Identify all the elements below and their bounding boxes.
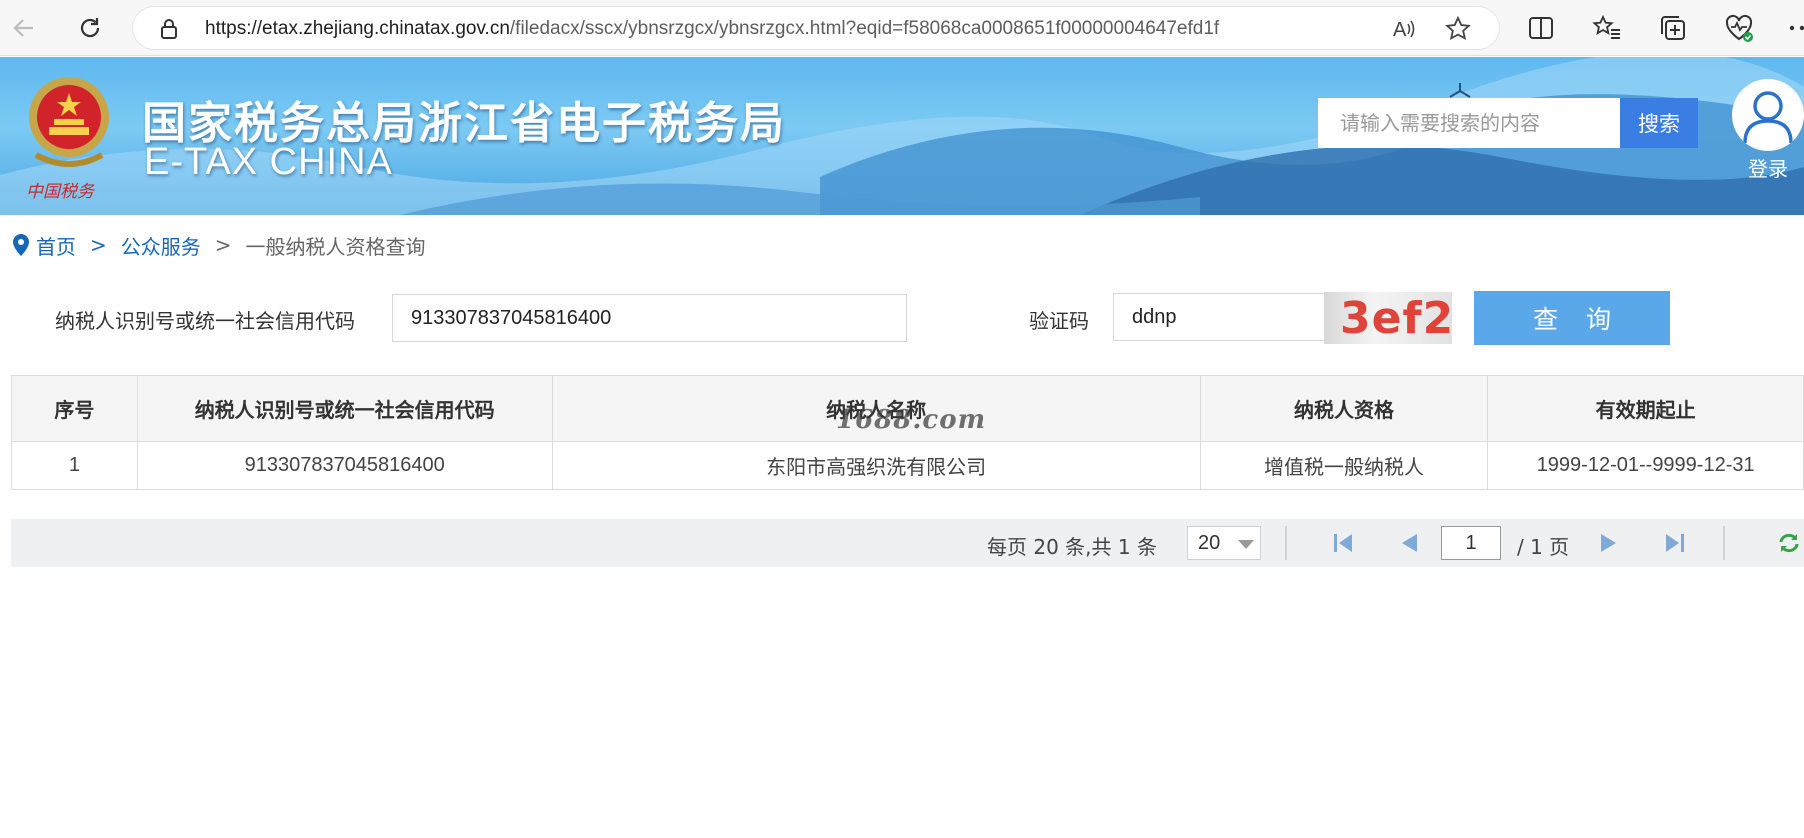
breadcrumb-home-link[interactable]: 首页: [36, 231, 76, 260]
lock-icon: [161, 19, 177, 39]
captcha-text: 3ef2: [1340, 293, 1452, 344]
url-domain: https://etax.zhejiang.chinatax.gov.cn: [205, 18, 510, 39]
first-page-icon[interactable]: [1331, 532, 1355, 554]
back-button[interactable]: [6, 10, 42, 46]
login-link[interactable]: 登录: [1748, 153, 1788, 182]
breadcrumb: 首页 > 公众服务 > 一般纳税人资格查询: [12, 230, 426, 260]
page-total: / 1 页: [1517, 535, 1570, 559]
chevron-down-icon: [1238, 540, 1254, 549]
breadcrumb-separator: >: [90, 233, 107, 257]
back-arrow-icon: [13, 19, 33, 37]
url-path: /filedacx/sscx/ybnsrzgcx/ybnsrzgcx.html?…: [509, 18, 1220, 39]
favorites-icon[interactable]: [1592, 13, 1622, 43]
pager-divider: [1285, 526, 1287, 560]
site-header-banner: 中国税务 国家税务总局浙江省电子税务局 E-TAX CHINA 搜索 登录: [0, 57, 1804, 215]
cell-index: 1: [11, 441, 138, 490]
breadcrumb-public-service-link[interactable]: 公众服务: [121, 231, 201, 260]
captcha-image[interactable]: 3ef2: [1324, 292, 1452, 344]
more-options-icon[interactable]: [1784, 13, 1804, 43]
page-size-value: 20: [1198, 532, 1221, 554]
page-size-select[interactable]: 20: [1187, 526, 1261, 560]
breadcrumb-current-page: 一般纳税人资格查询: [245, 234, 426, 259]
breadcrumb-separator: >: [214, 233, 232, 257]
site-subtitle: E-TAX CHINA: [144, 141, 393, 183]
favorite-star-icon[interactable]: [1445, 16, 1471, 42]
collections-icon[interactable]: [1658, 13, 1688, 43]
refresh-button[interactable]: [72, 10, 108, 46]
pagination-bar: 每页 20 条,共 1 条 20 / 1 页: [11, 519, 1804, 567]
pager-divider: [1723, 526, 1725, 560]
column-header-taxpayer-id: 纳税人识别号或统一社会信用代码: [136, 375, 553, 442]
column-header-qualification: 纳税人资格: [1199, 375, 1489, 442]
cell-qualification: 增值税一般纳税人: [1199, 441, 1489, 490]
previous-page-icon[interactable]: [1397, 532, 1421, 554]
site-search-button[interactable]: 搜索: [1620, 98, 1698, 148]
result-table: 序号 纳税人识别号或统一社会信用代码 纳税人名称 纳税人资格 有效期起止 1 9…: [11, 375, 1804, 490]
site-search-input[interactable]: [1318, 98, 1620, 148]
refresh-table-icon[interactable]: [1777, 532, 1801, 554]
captcha-input[interactable]: ddnp: [1113, 293, 1325, 341]
refresh-icon: [80, 18, 100, 38]
next-page-icon[interactable]: [1597, 532, 1621, 554]
cell-taxpayer-name: 东阳市高强织洗有限公司: [551, 441, 1201, 490]
taxpayer-id-input[interactable]: 913307837045816400: [392, 294, 907, 342]
current-page-input[interactable]: [1441, 526, 1501, 560]
column-header-taxpayer-name: 纳税人名称: [551, 375, 1201, 442]
emblem-text: 中国税务: [26, 182, 96, 202]
read-aloud-icon[interactable]: A: [1391, 16, 1417, 42]
location-pin-icon: [13, 234, 29, 256]
split-screen-icon[interactable]: [1526, 13, 1556, 43]
table-header-row: 序号 纳税人识别号或统一社会信用代码 纳税人名称 纳税人资格 有效期起止: [11, 375, 1804, 442]
address-bar[interactable]: https://etax.zhejiang.chinatax.gov.cn/fi…: [132, 6, 1500, 50]
column-header-index: 序号: [11, 375, 138, 442]
browser-essentials-icon[interactable]: [1724, 13, 1754, 43]
column-header-validity-period: 有效期起止: [1487, 375, 1804, 442]
last-page-icon[interactable]: [1663, 532, 1687, 554]
cell-validity-period: 1999-12-01--9999-12-31: [1487, 441, 1804, 490]
cell-taxpayer-id: 913307837045816400: [136, 441, 553, 490]
pagination-info: 每页 20 条,共 1 条: [987, 535, 1157, 559]
query-button[interactable]: 查 询: [1474, 291, 1670, 345]
user-icon: [1743, 91, 1793, 144]
national-emblem-logo: 中国税务: [26, 77, 109, 202]
taxpayer-id-label: 纳税人识别号或统一社会信用代码: [55, 309, 355, 333]
browser-toolbar: https://etax.zhejiang.chinatax.gov.cn/fi…: [0, 0, 1804, 56]
url-text: https://etax.zhejiang.chinatax.gov.cn/fi…: [205, 18, 1219, 40]
table-row: 1 913307837045816400 东阳市高强织洗有限公司 增值税一般纳税…: [11, 441, 1804, 490]
svg-text:A: A: [1393, 19, 1407, 41]
captcha-label: 验证码: [1029, 309, 1089, 333]
user-avatar[interactable]: [1732, 79, 1804, 151]
